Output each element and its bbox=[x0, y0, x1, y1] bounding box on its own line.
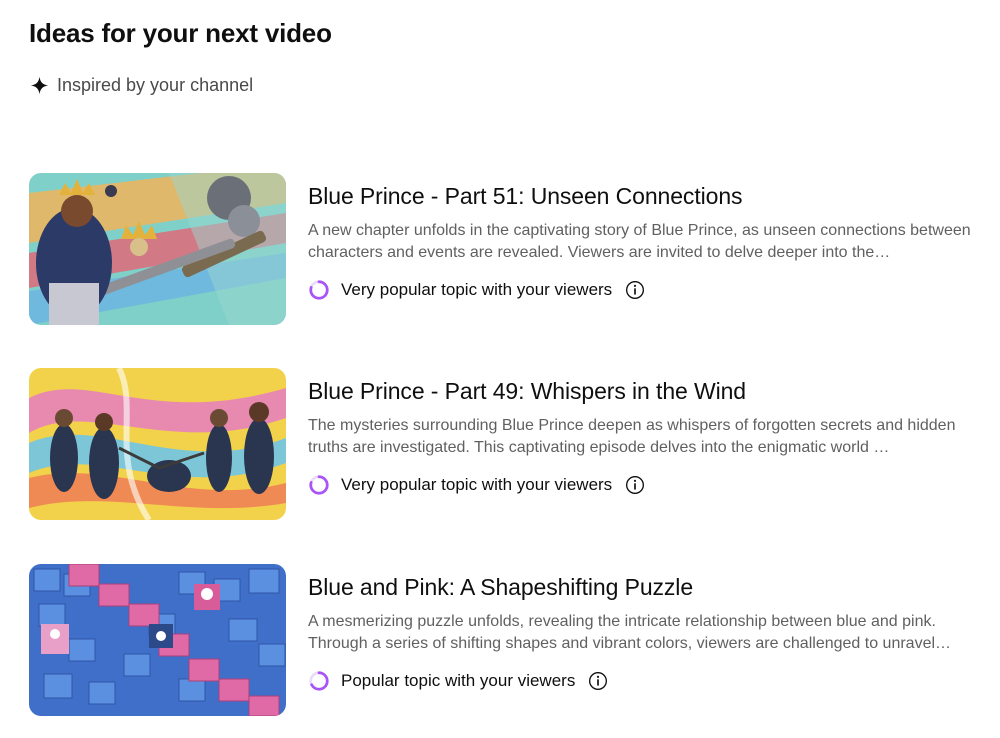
popularity-indicator: Very popular topic with your viewers bbox=[308, 279, 988, 301]
idea-description: A mesmerizing puzzle unfolds, revealing … bbox=[308, 613, 952, 652]
info-icon[interactable] bbox=[625, 280, 645, 300]
popularity-label: Very popular topic with your viewers bbox=[341, 475, 613, 494]
popularity-ring-icon bbox=[309, 671, 329, 691]
popularity-label: Very popular topic with your viewers bbox=[341, 280, 613, 299]
page-title: Ideas for your next video bbox=[29, 18, 332, 48]
popularity-ring-icon bbox=[309, 280, 329, 300]
popularity-label: Popular topic with your viewers bbox=[341, 671, 576, 690]
sparkle-icon bbox=[30, 76, 49, 95]
idea-description: A new chapter unfolds in the captivating… bbox=[308, 222, 971, 261]
idea-card[interactable]: Blue Prince - Part 51: Unseen Connection… bbox=[29, 173, 989, 325]
subtitle-text: Inspired by your channel bbox=[57, 75, 254, 95]
idea-title[interactable]: Blue and Pink: A Shapeshifting Puzzle bbox=[308, 572, 988, 602]
idea-thumbnail[interactable] bbox=[29, 173, 286, 325]
inspired-by-channel-label: Inspired by your channel bbox=[30, 75, 253, 96]
idea-title[interactable]: Blue Prince - Part 49: Whispers in the W… bbox=[308, 376, 988, 406]
popularity-indicator: Very popular topic with your viewers bbox=[308, 474, 988, 496]
info-icon[interactable] bbox=[588, 671, 608, 691]
idea-thumbnail[interactable] bbox=[29, 564, 286, 716]
info-icon[interactable] bbox=[625, 475, 645, 495]
idea-card[interactable]: Blue and Pink: A Shapeshifting Puzzle A … bbox=[29, 564, 989, 716]
popularity-indicator: Popular topic with your viewers bbox=[308, 670, 988, 692]
popularity-ring-icon bbox=[309, 475, 329, 495]
idea-description: The mysteries surrounding Blue Prince de… bbox=[308, 417, 956, 456]
idea-title[interactable]: Blue Prince - Part 51: Unseen Connection… bbox=[308, 181, 988, 211]
idea-thumbnail[interactable] bbox=[29, 368, 286, 520]
idea-card[interactable]: Blue Prince - Part 49: Whispers in the W… bbox=[29, 368, 989, 520]
